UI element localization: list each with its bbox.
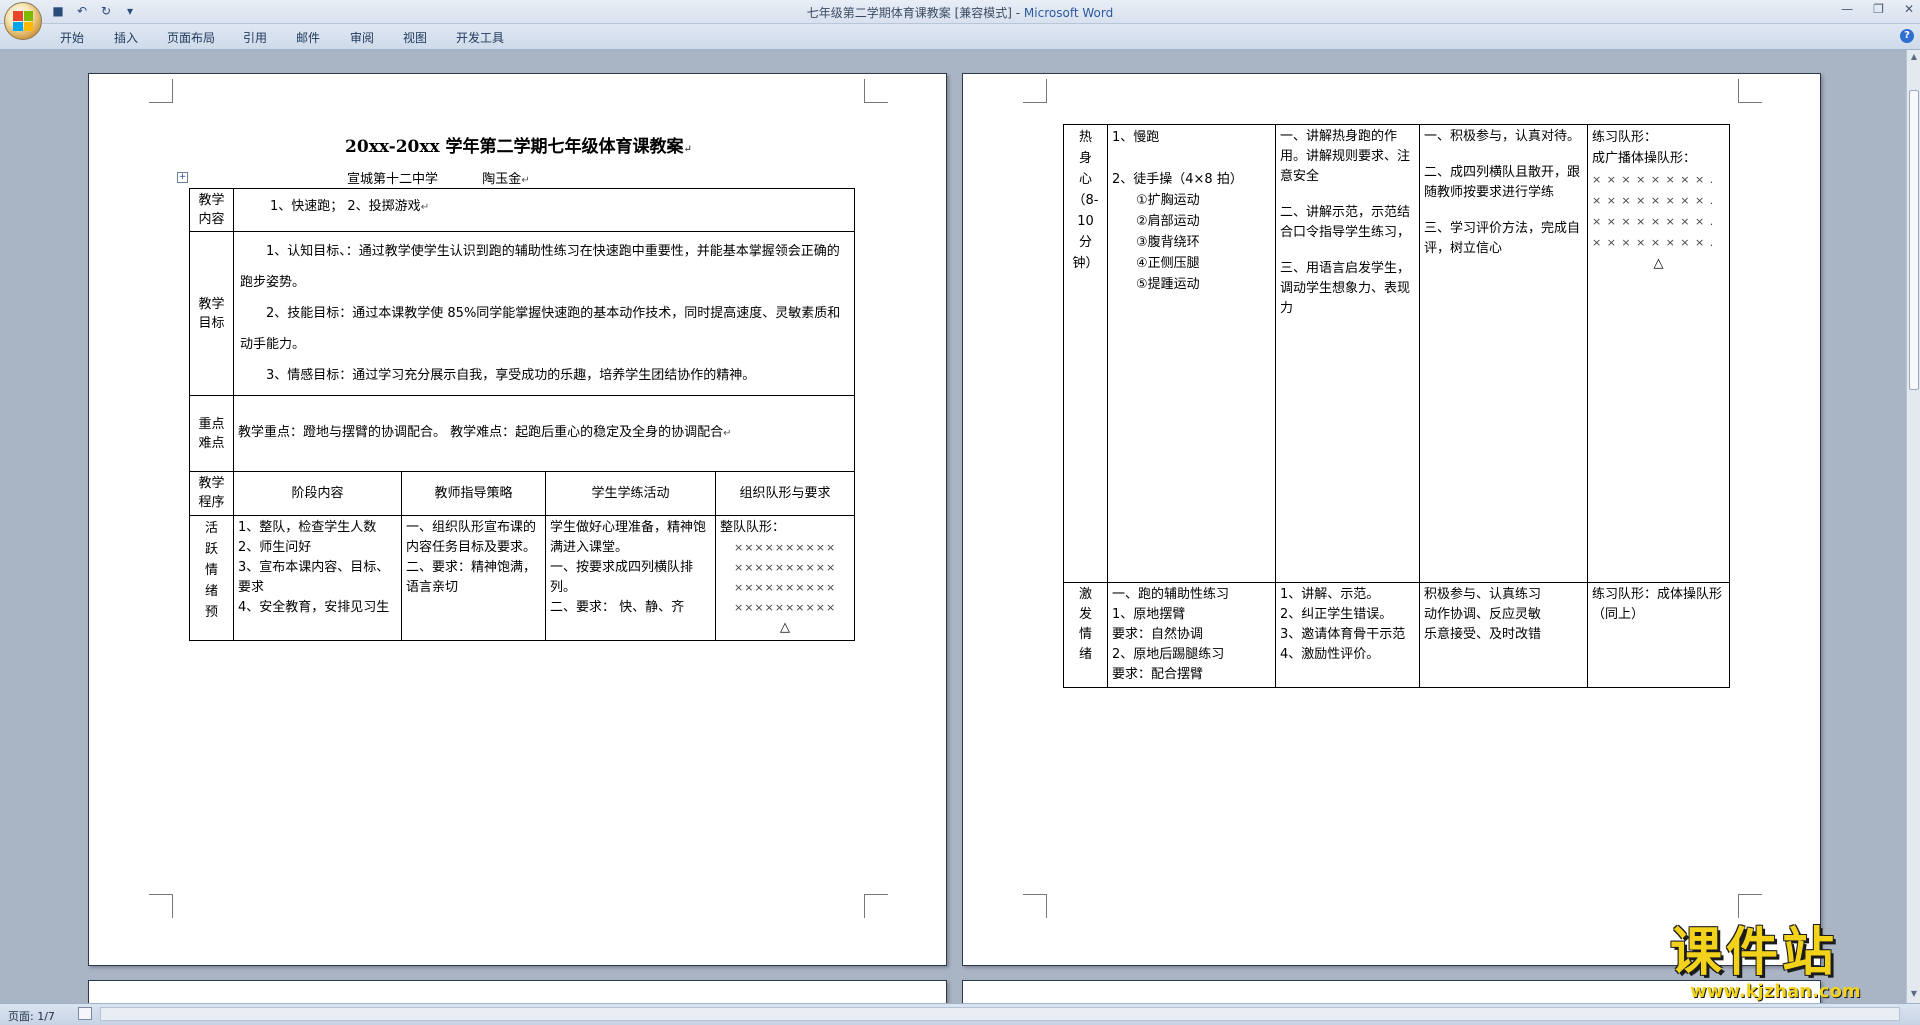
- tab-references[interactable]: 引用: [243, 29, 267, 46]
- student-activity-cell[interactable]: 学生做好心理准备，精神饱满进入课堂。 一、按要求成四列横队排列。 二、要求： 快、静…: [545, 515, 716, 641]
- table-row: 激发情绪 一、跑的辅助性练习 1、原地摆臂 要求：自然协调 2、原地后踢腿练习 要求：配…: [1063, 582, 1730, 688]
- tab-mailings[interactable]: 邮件: [296, 29, 320, 46]
- document-title-heading[interactable]: 20xx-20xx 学年第二学期七年级体育课教案↵: [89, 132, 948, 157]
- table-row: 热身心（8- 10 分钟） 1、慢跑 2、徒手操（4×8 拍） ①扩胸运动 ②肩部运…: [1063, 124, 1730, 583]
- goal-emotion: 3、情感目标：通过学习充分展示自我，享受成功的乐趣，培养学生团结协作的精神。: [266, 368, 756, 383]
- activate-formation-cell[interactable]: 练习队形：成体操队形（同上）: [1587, 582, 1730, 688]
- status-bar: 页面: 1/7: [0, 1003, 1920, 1025]
- crop-mark: [1738, 79, 1762, 103]
- help-icon[interactable]: ?: [1900, 29, 1914, 43]
- watermark-logo: 课件站 www.kjzhan.com: [1670, 923, 1861, 1002]
- content-label[interactable]: 教学内容: [189, 188, 234, 232]
- header-student[interactable]: 学生学练活动: [545, 471, 716, 516]
- crop-mark: [149, 894, 173, 918]
- scroll-down-icon[interactable]: ▼: [1909, 989, 1919, 1001]
- proofing-icon[interactable]: [78, 1007, 92, 1020]
- office-button[interactable]: [4, 2, 42, 40]
- warmup-teacher-cell[interactable]: 一、讲解热身跑的作用。讲解规则要求、注意安全 二、讲解示范，示范结合口令指导学生…: [1275, 124, 1420, 583]
- page-2[interactable]: 热身心（8- 10 分钟） 1、慢跑 2、徒手操（4×8 拍） ①扩胸运动 ②肩部运…: [962, 73, 1821, 966]
- teacher-strategy-cell[interactable]: 一、组织队形宣布课的内容任务目标及要求。 二、要求：精神饱满，语言亲切: [401, 515, 546, 641]
- school-name: 宣城第十二中学: [347, 172, 439, 187]
- stage-content-cell[interactable]: 1、整队，检查学生人数 2、师生问好 3、宣布本课内容、目标、要求 4、安全教育，安排…: [233, 515, 402, 641]
- key-label[interactable]: 重点难点: [189, 395, 234, 472]
- crop-mark: [1738, 894, 1762, 918]
- header-teacher[interactable]: 教师指导策略: [401, 471, 546, 516]
- goal-skill: 2、技能目标：通过本课教学使 85%同学能掌握快速跑的基本动作技术，同时提高速度…: [240, 306, 841, 352]
- scroll-thumb[interactable]: [1909, 90, 1919, 390]
- goal-label[interactable]: 教学目标: [189, 231, 234, 396]
- close-icon[interactable]: ✕: [1904, 2, 1914, 16]
- warmup-label[interactable]: 热身心（8- 10 分钟）: [1063, 124, 1108, 583]
- lesson-table-1: 教学内容 1、快速跑； 2、投掷游戏↵ 教学目标 1、认知目标、：通过教学使学生…: [189, 188, 856, 641]
- page-1[interactable]: 20xx-20xx 学年第二学期七年级体育课教案↵ 宣城第十二中学 陶玉金↵ +…: [88, 73, 947, 966]
- crop-mark: [149, 79, 173, 103]
- crop-mark: [1023, 894, 1047, 918]
- table-move-handle-icon[interactable]: +: [177, 172, 188, 183]
- tab-insert[interactable]: 插入: [114, 29, 138, 46]
- app-name: Microsoft Word: [1023, 6, 1114, 20]
- teacher-position-icon: △: [780, 620, 790, 635]
- restore-icon[interactable]: ❐: [1873, 2, 1884, 16]
- crop-mark: [864, 79, 888, 103]
- key-cell[interactable]: 教学重点：蹬地与摆臂的协调配合。 教学难点：起跑后重心的稳定及全身的协调配合↵: [232, 395, 856, 472]
- table-row: 教学目标 1、认知目标、：通过教学使学生认识到跑的辅助性练习在快速跑中重要性，并…: [189, 231, 856, 396]
- table-row: 重点难点 教学重点：蹬地与摆臂的协调配合。 教学难点：起跑后重心的稳定及全身的协…: [189, 395, 856, 472]
- warmup-content-cell[interactable]: 1、慢跑 2、徒手操（4×8 拍） ①扩胸运动 ②肩部运动 ③腹背绕环 ④正侧压…: [1107, 124, 1276, 583]
- tab-home[interactable]: 开始: [60, 29, 84, 46]
- warmup-student-cell[interactable]: 一、积极参与，认真对待。 二、成四列横队且散开，跟随教师按要求进行学练 三、学习…: [1419, 124, 1588, 583]
- office-logo-icon: [13, 11, 33, 31]
- stage-label[interactable]: 活跃情绪预: [189, 515, 234, 641]
- warmup-formation-cell[interactable]: 练习队形： 成广播体操队形： × × × × × × × × . × × × ×…: [1587, 124, 1730, 583]
- tab-page-layout[interactable]: 页面布局: [167, 29, 215, 46]
- activate-content-cell[interactable]: 一、跑的辅助性练习 1、原地摆臂 要求：自然协调 2、原地后踢腿练习 要求：配合摆臂: [1107, 582, 1276, 688]
- goal-cognitive: 1、认知目标、：通过教学使学生认识到跑的辅助性练习在快速跑中重要性，并能基本掌握…: [240, 244, 840, 290]
- teacher-name: 陶玉金: [482, 172, 522, 187]
- content-cell[interactable]: 1、快速跑； 2、投掷游戏↵: [232, 188, 856, 232]
- vertical-scrollbar[interactable]: ▲ ▼: [1906, 50, 1920, 1003]
- window-title: 七年级第二学期体育课教案 [兼容模式] - Microsoft Word: [0, 4, 1920, 21]
- teacher-position-icon: △: [1653, 256, 1664, 271]
- table-row: 教学程序 阶段内容 教师指导策略 学生学练活动 组织队形与要求: [189, 471, 856, 516]
- scroll-up-icon[interactable]: ▲: [1909, 52, 1919, 64]
- table-row: 教学内容 1、快速跑； 2、投掷游戏↵: [189, 188, 856, 232]
- goal-cell[interactable]: 1、认知目标、：通过教学使学生认识到跑的辅助性练习在快速跑中重要性，并能基本掌握…: [232, 231, 856, 396]
- formation-cell[interactable]: 整队队形： ×××××××××× ×××××××××× ×××××××××× ×…: [714, 515, 856, 641]
- crop-mark: [1023, 79, 1047, 103]
- table-row: 活跃情绪预 1、整队，检查学生人数 2、师生问好 3、宣布本课内容、目标、要求 4、安…: [189, 515, 856, 641]
- activate-student-cell[interactable]: 积极参与、认真练习 动作协调、反应灵敏 乐意接受、及时改错: [1419, 582, 1588, 688]
- window-controls: — ❐ ✕: [1841, 2, 1914, 16]
- page-3[interactable]: [88, 980, 947, 1003]
- minimize-icon[interactable]: —: [1841, 2, 1853, 16]
- activate-teacher-cell[interactable]: 1、讲解、示范。 2、纠正学生错误。 3、邀请体育骨干示范 4、激励性评价。: [1275, 582, 1420, 688]
- ribbon-tabs: 开始 插入 页面布局 引用 邮件 审阅 视图 开发工具 ?: [0, 24, 1920, 50]
- tab-review[interactable]: 审阅: [350, 29, 374, 46]
- page-indicator[interactable]: 页面: 1/7: [8, 1008, 55, 1024]
- header-formation[interactable]: 组织队形与要求: [714, 471, 856, 516]
- lesson-table-2: 热身心（8- 10 分钟） 1、慢跑 2、徒手操（4×8 拍） ①扩胸运动 ②肩部运…: [1063, 124, 1730, 688]
- header-stage[interactable]: 阶段内容: [233, 471, 402, 516]
- activate-label[interactable]: 激发情绪: [1063, 582, 1108, 688]
- document-title: 七年级第二学期体育课教案 [兼容模式] -: [806, 6, 1024, 20]
- author-line[interactable]: 宣城第十二中学 陶玉金↵: [347, 168, 530, 187]
- title-bar: ■ ↶ ↻ ▾ 七年级第二学期体育课教案 [兼容模式] - Microsoft …: [0, 0, 1920, 24]
- crop-mark: [864, 894, 888, 918]
- proc-label[interactable]: 教学程序: [189, 471, 234, 516]
- document-workspace[interactable]: 20xx-20xx 学年第二学期七年级体育课教案↵ 宣城第十二中学 陶玉金↵ +…: [0, 50, 1906, 1003]
- horizontal-scrollbar[interactable]: [100, 1007, 1900, 1021]
- tab-developer[interactable]: 开发工具: [456, 29, 504, 46]
- tab-view[interactable]: 视图: [403, 29, 427, 46]
